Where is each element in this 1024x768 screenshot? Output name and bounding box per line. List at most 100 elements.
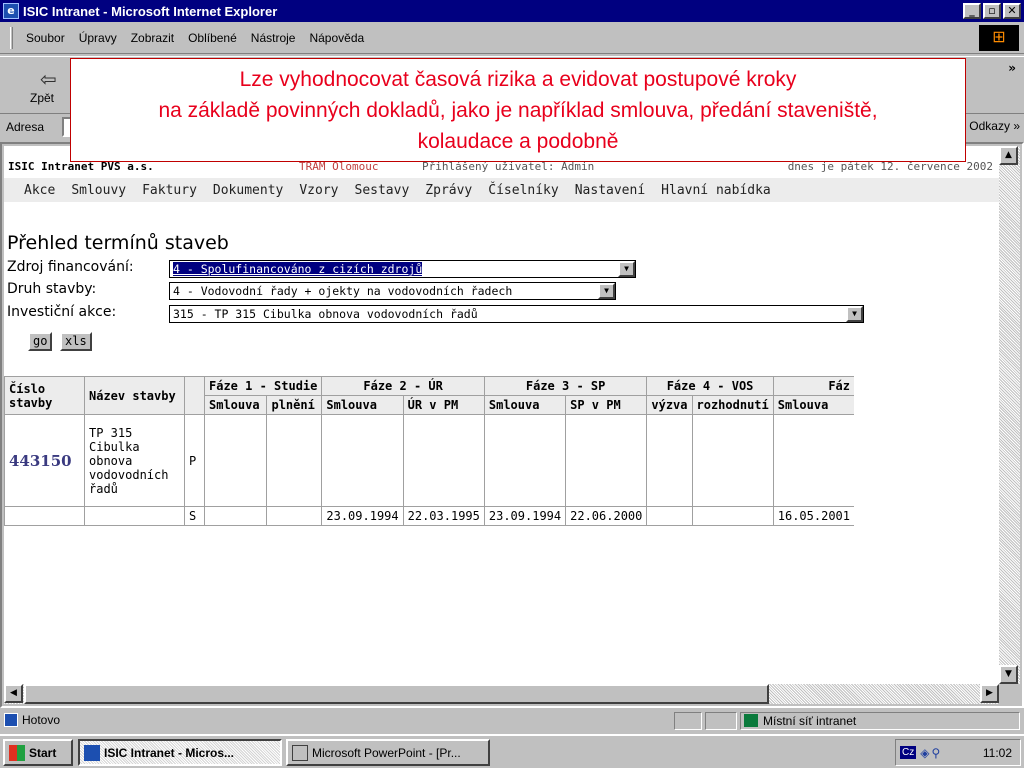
status-text: Hotovo	[22, 713, 61, 727]
row-type-p: P	[184, 414, 205, 507]
investment-select[interactable]: 315 - TP 315 Cibulka obnova vodovodních …	[169, 305, 864, 323]
vertical-scrollbar[interactable]: ▲ ▼	[999, 146, 1020, 686]
sub-rozhodnuti: rozhodnutí	[691, 395, 774, 415]
table-cell	[646, 414, 693, 507]
powerpoint-icon	[292, 744, 308, 761]
phase-3-header: Fáze 3 - SP	[483, 376, 648, 396]
col-type	[184, 376, 205, 415]
annotation-callout: Lze vyhodnocovat časová rizika a evidova…	[70, 58, 966, 162]
table-cell: 22.06.2000	[565, 506, 648, 526]
nav-akce[interactable]: Akce	[16, 183, 63, 198]
task-ie[interactable]: ISIC Intranet - Micros...	[78, 739, 282, 766]
nav-hlavni-nabidka[interactable]: Hlavní nabídka	[653, 183, 779, 198]
table-cell	[84, 506, 185, 526]
menu-favorites[interactable]: Oblíbené	[181, 31, 244, 45]
menu-bar: Soubor Úpravy Zobrazit Oblíbené Nástroje…	[0, 22, 1024, 54]
sub-smlouva: Smlouva	[772, 395, 854, 415]
menu-edit[interactable]: Úpravy	[72, 31, 124, 45]
page-title: Přehled termínů staveb	[7, 232, 229, 254]
toolbar-more-chevron[interactable]: »	[1008, 61, 1016, 75]
network-icon[interactable]: ◈	[920, 746, 929, 760]
xls-button[interactable]: xls	[60, 332, 92, 351]
dropdown-arrow-icon[interactable]: ▼	[846, 306, 863, 322]
nav-smlouvy[interactable]: Smlouvy	[63, 183, 134, 198]
table-cell	[691, 414, 774, 507]
window-title: ISIC Intranet - Microsoft Internet Explo…	[23, 3, 278, 19]
window-title-bar[interactable]: e ISIC Intranet - Microsoft Internet Exp…	[0, 0, 1024, 22]
building-type-select[interactable]: 4 - Vodovodní řady + ojekty na vodovodní…	[169, 282, 616, 300]
language-indicator[interactable]: Cz	[900, 746, 917, 759]
minimize-button[interactable]: _	[963, 3, 981, 19]
intranet-zone-icon	[744, 714, 758, 727]
nav-zpravy[interactable]: Zprávy	[417, 183, 480, 198]
links-label[interactable]: Odkazy »	[969, 119, 1020, 133]
nav-vzory[interactable]: Vzory	[291, 183, 346, 198]
scroll-down-icon[interactable]: ▼	[999, 665, 1018, 684]
table-cell	[483, 414, 567, 507]
building-type-value: 4 - Vodovodní řady + ojekty na vodovodní…	[173, 284, 513, 298]
table-cell	[266, 506, 323, 526]
start-label: Start	[29, 745, 57, 760]
status-pane	[705, 712, 737, 730]
table-cell: 22.03.1995	[402, 506, 485, 526]
menu-tools[interactable]: Nástroje	[244, 31, 303, 45]
row-type-s: S	[184, 506, 205, 526]
nav-nastaveni[interactable]: Nastavení	[567, 183, 653, 198]
menu-view[interactable]: Zobrazit	[124, 31, 181, 45]
horizontal-scrollbar[interactable]: ◀ ▶	[4, 684, 999, 704]
sub-ur-v-pm: ÚR v PM	[402, 395, 485, 415]
funding-label: Zdroj financování:	[7, 259, 134, 275]
status-bar: Hotovo Místní síť intranet	[0, 709, 1024, 731]
sub-smlouva: Smlouva	[203, 395, 268, 415]
building-number-link[interactable]: 443150	[4, 414, 85, 507]
investment-label: Investiční akce:	[7, 304, 117, 320]
table-cell	[203, 506, 268, 526]
table-cell	[772, 414, 854, 507]
dropdown-arrow-icon[interactable]: ▼	[618, 261, 635, 277]
back-button-label[interactable]: Zpět	[30, 91, 54, 105]
sub-smlouva: Smlouva	[321, 395, 404, 415]
scroll-right-icon[interactable]: ▶	[980, 684, 999, 703]
task-powerpoint[interactable]: Microsoft PowerPoint - [Pr...	[286, 739, 490, 766]
address-label: Adresa	[6, 120, 45, 134]
menu-file[interactable]: Soubor	[19, 31, 72, 45]
windows-flag-icon	[9, 744, 25, 761]
security-zone: Místní síť intranet	[740, 712, 1020, 730]
callout-line-1: Lze vyhodnocovat časová rizika a evidova…	[239, 68, 797, 91]
toolbar-grip	[10, 26, 13, 49]
system-tray: Cz ◈ ⚲ 11:02	[895, 739, 1021, 766]
nav-sestavy[interactable]: Sestavy	[347, 183, 418, 198]
phase-4-header: Fáze 4 - VOS	[646, 376, 774, 396]
status-pane	[674, 712, 702, 730]
table-cell: 23.09.1994	[483, 506, 567, 526]
zone-label: Místní síť intranet	[763, 714, 857, 728]
building-type-label: Druh stavby:	[7, 281, 97, 297]
close-button[interactable]: ✕	[1003, 3, 1021, 19]
table-cell	[4, 506, 85, 526]
dropdown-arrow-icon[interactable]: ▼	[598, 283, 615, 299]
nav-faktury[interactable]: Faktury	[134, 183, 205, 198]
table-cell	[266, 414, 323, 507]
table-cell: 23.09.1994	[321, 506, 404, 526]
search-icon[interactable]: ⚲	[931, 746, 940, 760]
callout-line-3: kolaudace a podobně	[417, 130, 619, 153]
scroll-up-icon[interactable]: ▲	[999, 146, 1018, 165]
page-content: ISIC Intranet PVS a.s. TRAM Olomouc Přih…	[4, 146, 999, 686]
table-header-row: Číslo stavby Název stavby Fáze 1 - Studi…	[4, 376, 854, 415]
nav-ciselniky[interactable]: Číselníky	[480, 183, 566, 198]
table-cell	[402, 414, 485, 507]
maximize-button[interactable]: ▫	[983, 3, 1001, 19]
horizontal-scroll-thumb[interactable]	[24, 684, 769, 704]
menu-help[interactable]: Nápověda	[302, 31, 371, 45]
go-button[interactable]: go	[28, 332, 53, 351]
start-button[interactable]: Start	[3, 739, 73, 766]
table-cell	[646, 506, 693, 526]
nav-dokumenty[interactable]: Dokumenty	[205, 183, 291, 198]
scroll-left-icon[interactable]: ◀	[4, 684, 23, 703]
back-arrow-icon[interactable]: ⇦	[40, 67, 57, 91]
phase-5-header: Fáz	[772, 376, 854, 396]
browser-viewport: ISIC Intranet PVS a.s. TRAM Olomouc Přih…	[0, 142, 1024, 708]
col-building-name: Název stavby	[84, 376, 185, 415]
table-cell	[565, 414, 648, 507]
funding-select[interactable]: 4 - Spolufinancováno z cizích zdrojů ▼	[169, 260, 636, 278]
